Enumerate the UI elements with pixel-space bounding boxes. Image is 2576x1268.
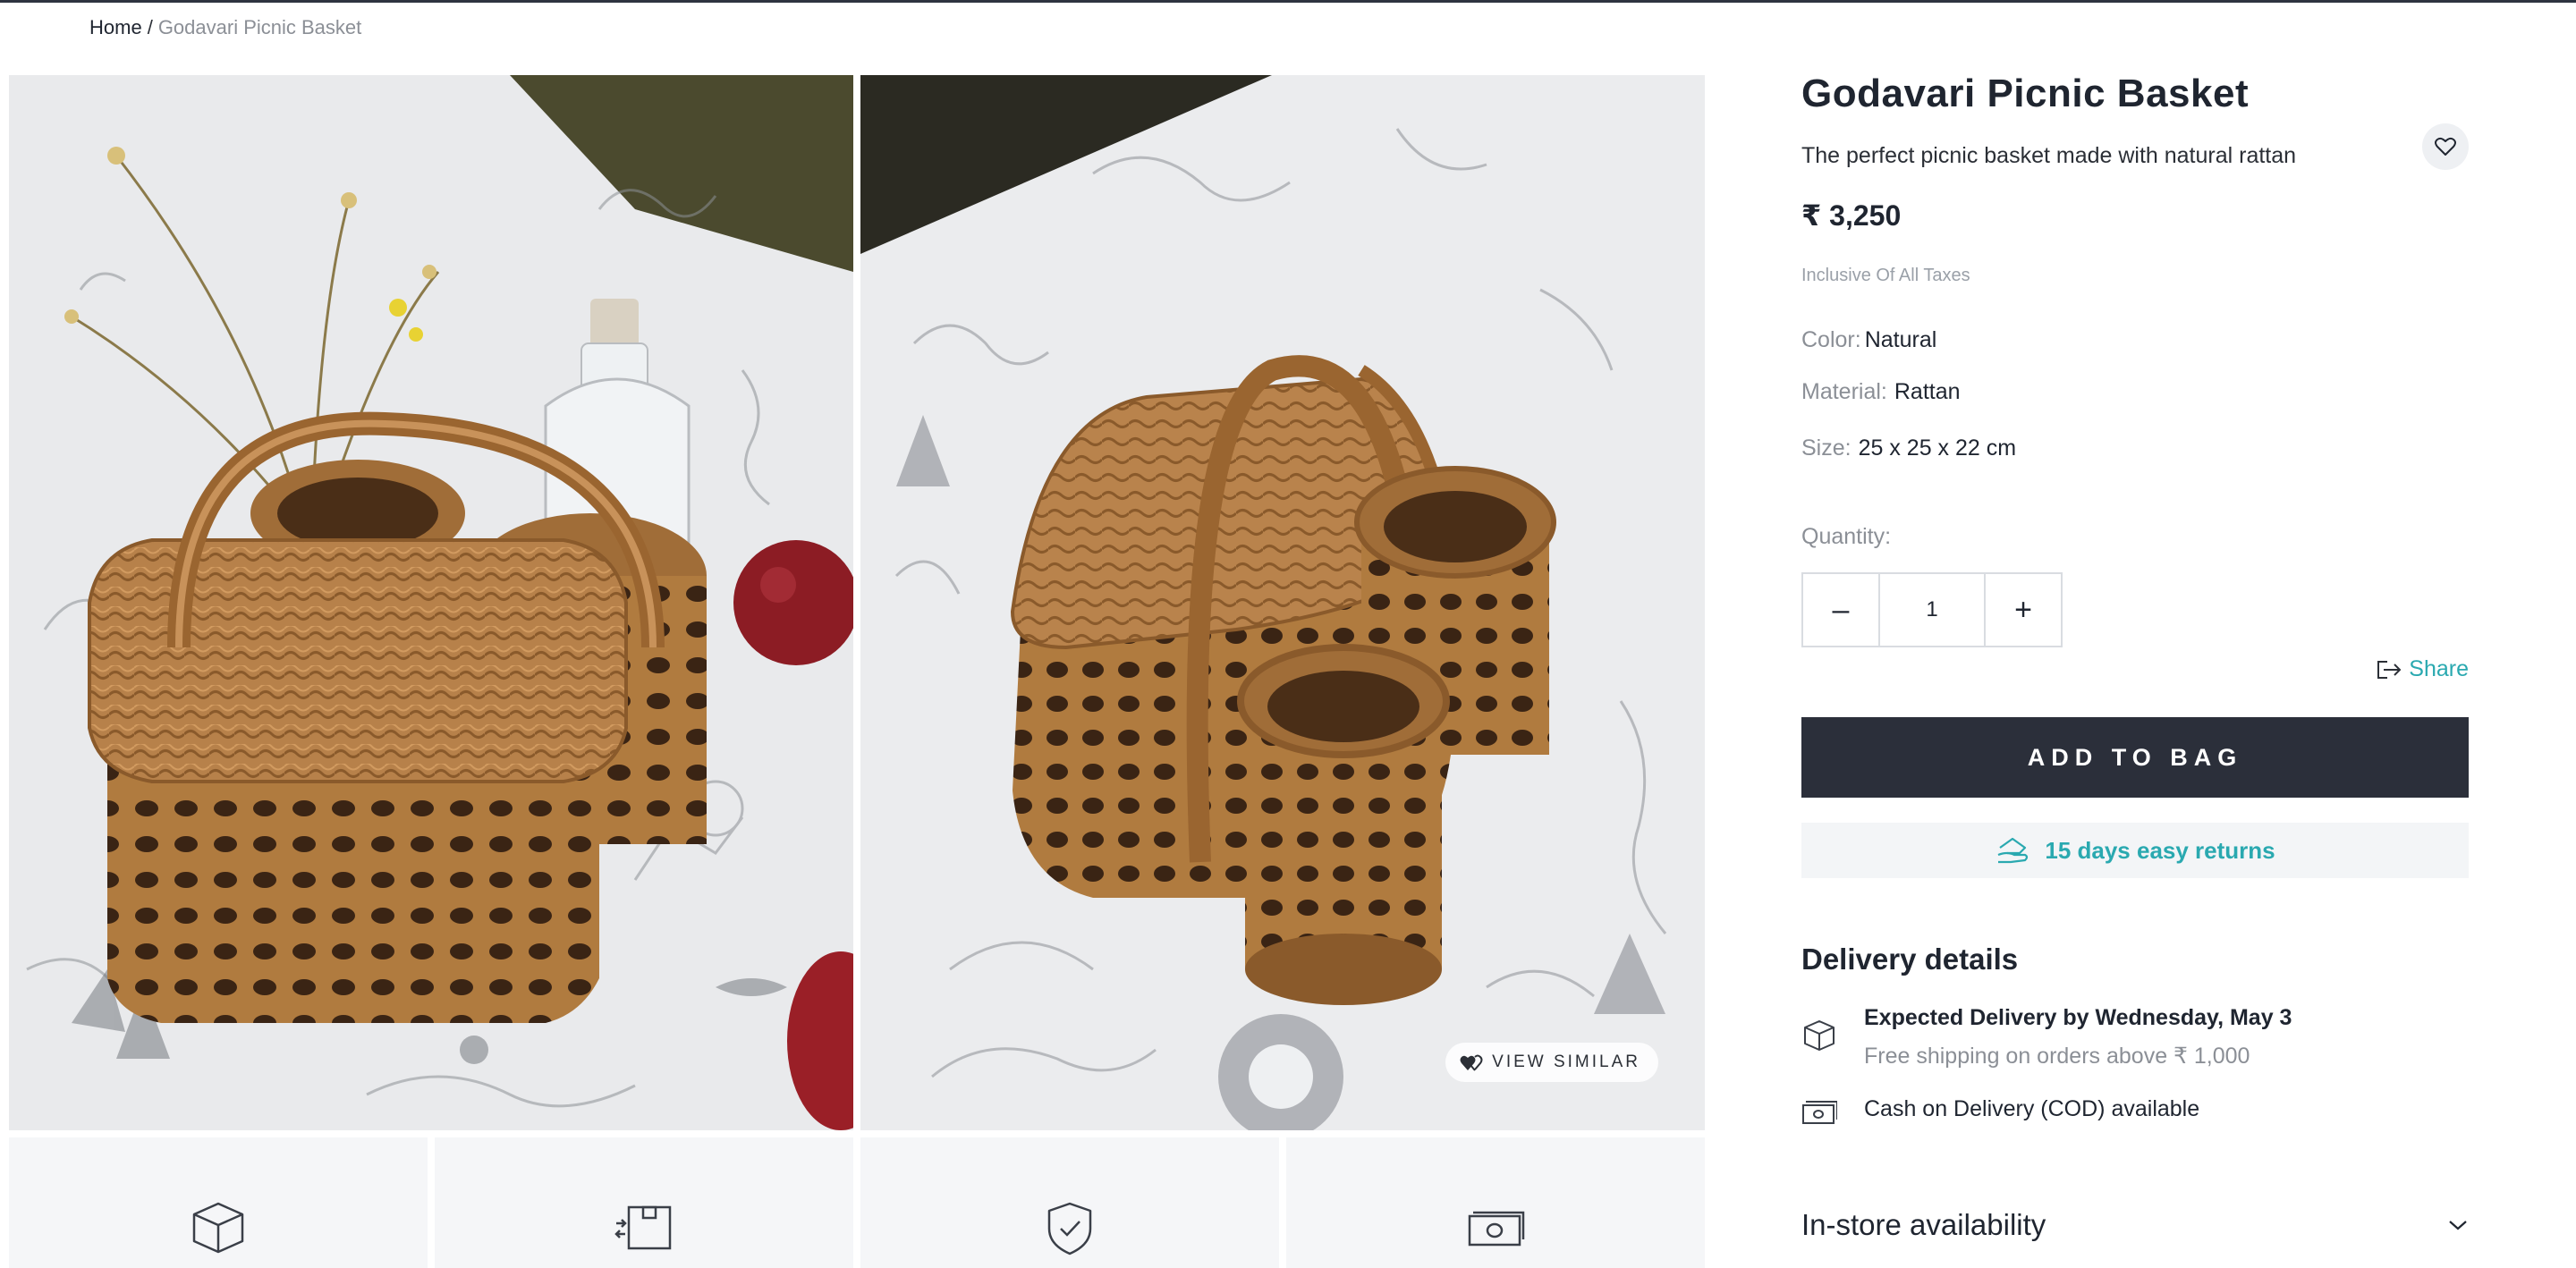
product-price: ₹ 3,250 [1801,199,1902,232]
chevron-down-icon [2449,1221,2467,1230]
share-label: Share [2409,656,2469,681]
product-subtitle: The perfect picnic basket made with natu… [1801,143,2297,168]
feature-tile-exchange [435,1137,853,1268]
share-icon [2377,660,2402,679]
tax-note: Inclusive Of All Taxes [1801,266,1970,285]
expected-delivery-text: Expected Delivery by Wednesday, May 3 [1864,1005,2292,1030]
delivery-details-heading: Delivery details [1801,943,2019,976]
breadcrumb-home-link[interactable]: Home [89,16,142,38]
box-icon [192,1202,244,1254]
product-title: Godavari Picnic Basket [1801,72,2250,115]
top-border [0,0,2576,3]
view-similar-label: VIEW SIMILAR [1492,1052,1640,1071]
color-value: Natural [1864,327,1937,352]
quantity-value[interactable]: 1 [1878,574,1986,646]
attribute-material: Material: Rattan [1801,379,1961,405]
quantity-decrease-button[interactable]: – [1803,574,1878,646]
return-hand-icon [1997,837,2029,864]
exchange-box-icon [614,1205,672,1250]
product-photo-side [860,75,1705,1130]
wishlist-button[interactable] [2422,123,2469,170]
instore-label: In-store availability [1801,1208,2046,1241]
breadcrumb-separator: / [147,16,153,38]
product-image-side[interactable]: VIEW SIMILAR [860,75,1705,1130]
attribute-color: Color: Natural [1801,327,1936,353]
cod-text: Cash on Delivery (COD) available [1864,1096,2200,1121]
free-shipping-text: Free shipping on orders above ₹ 1,000 [1864,1044,2250,1069]
color-label: Color: [1801,327,1861,352]
heart-icon [2435,137,2456,156]
cash-icon [1468,1211,1525,1247]
feature-tile-secure [860,1137,1279,1268]
product-image-front[interactable] [9,75,853,1130]
package-icon [1804,1020,1835,1051]
material-value: Rattan [1894,379,1961,404]
returns-label: 15 days easy returns [2045,836,2275,864]
quantity-increase-button[interactable]: + [1986,574,2061,646]
breadcrumb-current: Godavari Picnic Basket [157,16,362,38]
returns-banner[interactable]: 15 days easy returns [1801,823,2469,878]
shield-check-icon [1047,1202,1092,1255]
share-button[interactable]: Share [2375,656,2469,682]
breadcrumb: Home / Godavari Picnic Basket [89,16,361,39]
view-similar-button[interactable]: VIEW SIMILAR [1445,1043,1658,1082]
attribute-size: Size: 25 x 25 x 22 cm [1801,435,2016,461]
feature-tile-cash [1286,1137,1705,1268]
hearts-icon [1460,1054,1483,1071]
feature-tiles [9,1137,1705,1268]
feature-tile-box [9,1137,428,1268]
quantity-stepper: – 1 + [1801,572,2063,647]
size-label: Size: [1801,435,1852,461]
material-label: Material: [1801,379,1887,404]
cash-icon [1802,1101,1837,1124]
instore-availability-toggle[interactable]: In-store availability [1801,1207,2469,1243]
size-value: 25 x 25 x 22 cm [1858,435,2017,461]
quantity-label: Quantity: [1801,524,1892,549]
product-photo-front [9,75,853,1130]
add-to-bag-button[interactable]: ADD TO BAG [1801,717,2469,798]
